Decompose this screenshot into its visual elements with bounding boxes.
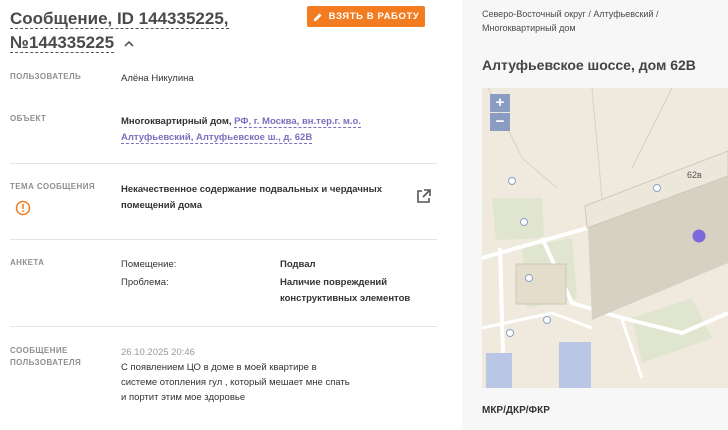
survey-label: АНКЕТА — [10, 258, 45, 267]
object-value: Многоквартирный дом, РФ, г. Москва, вн.т… — [121, 116, 361, 144]
survey-answer-1: Подвал — [280, 259, 316, 270]
object-type: Многоквартирный дом — [121, 116, 229, 127]
location-marker[interactable] — [692, 229, 706, 243]
warning-icon — [15, 200, 31, 216]
topic-value: Некачественное содержание подвальных и ч… — [121, 184, 383, 211]
object-address-title: Алтуфьевское шоссе, дом 62В — [482, 57, 696, 73]
zoom-in-button[interactable]: + — [490, 94, 510, 112]
pencil-icon — [313, 13, 322, 21]
zoom-out-button[interactable]: − — [490, 113, 510, 131]
survey-question-1: Помещение: — [121, 259, 177, 270]
take-to-work-label: ВЗЯТЬ В РАБОТУ — [328, 11, 420, 22]
map-canvas[interactable]: 62в — [482, 88, 728, 388]
user-message-label-line-2: ПОЛЬЗОВАТЕЛЯ — [10, 358, 82, 367]
message-date: 26.10.2025 20:46 — [121, 347, 195, 358]
map[interactable]: 62в + − — [482, 88, 728, 388]
divider — [10, 239, 437, 240]
divider — [10, 163, 437, 164]
user-message-label-line-1: СООБЩЕНИЕ — [10, 346, 68, 355]
topic-label: ТЕМА СООБЩЕНИЯ — [10, 182, 96, 191]
message-panel: Сообщение, ID 144335225, №144335225 ВЗЯТ… — [0, 0, 462, 430]
object-label: ОБЪЕКТ — [10, 114, 47, 123]
chevron-up-icon[interactable] — [123, 38, 135, 50]
repair-programs-label[interactable]: МКР/ДКР/ФКР — [482, 405, 550, 416]
breadcrumb: Северо-Восточный округ / Алтуфьевский / … — [482, 9, 659, 33]
user-message-label: СООБЩЕНИЕ ПОЛЬЗОВАТЕЛЯ — [10, 345, 81, 369]
message-text: С появлением ЦО в доме в моей квартире в… — [121, 362, 350, 403]
title-line-2: №144335225 — [10, 33, 115, 53]
survey-question-2: Проблема: — [121, 277, 169, 288]
external-link-icon[interactable] — [415, 188, 432, 205]
zoom-controls: + − — [490, 94, 510, 132]
title-line-1: Сообщение, ID 144335225, — [10, 9, 229, 29]
user-value: Алёна Никулина — [121, 73, 194, 84]
page-title: Сообщение, ID 144335225, №144335225 — [10, 7, 300, 55]
user-label: ПОЛЬЗОВАТЕЛЬ — [10, 72, 82, 81]
map-building-label: 62в — [687, 170, 702, 180]
take-to-work-button[interactable]: ВЗЯТЬ В РАБОТУ — [307, 6, 425, 27]
divider — [10, 326, 437, 327]
survey-answer-2: Наличие повреждений конструктивных элеме… — [280, 277, 411, 304]
